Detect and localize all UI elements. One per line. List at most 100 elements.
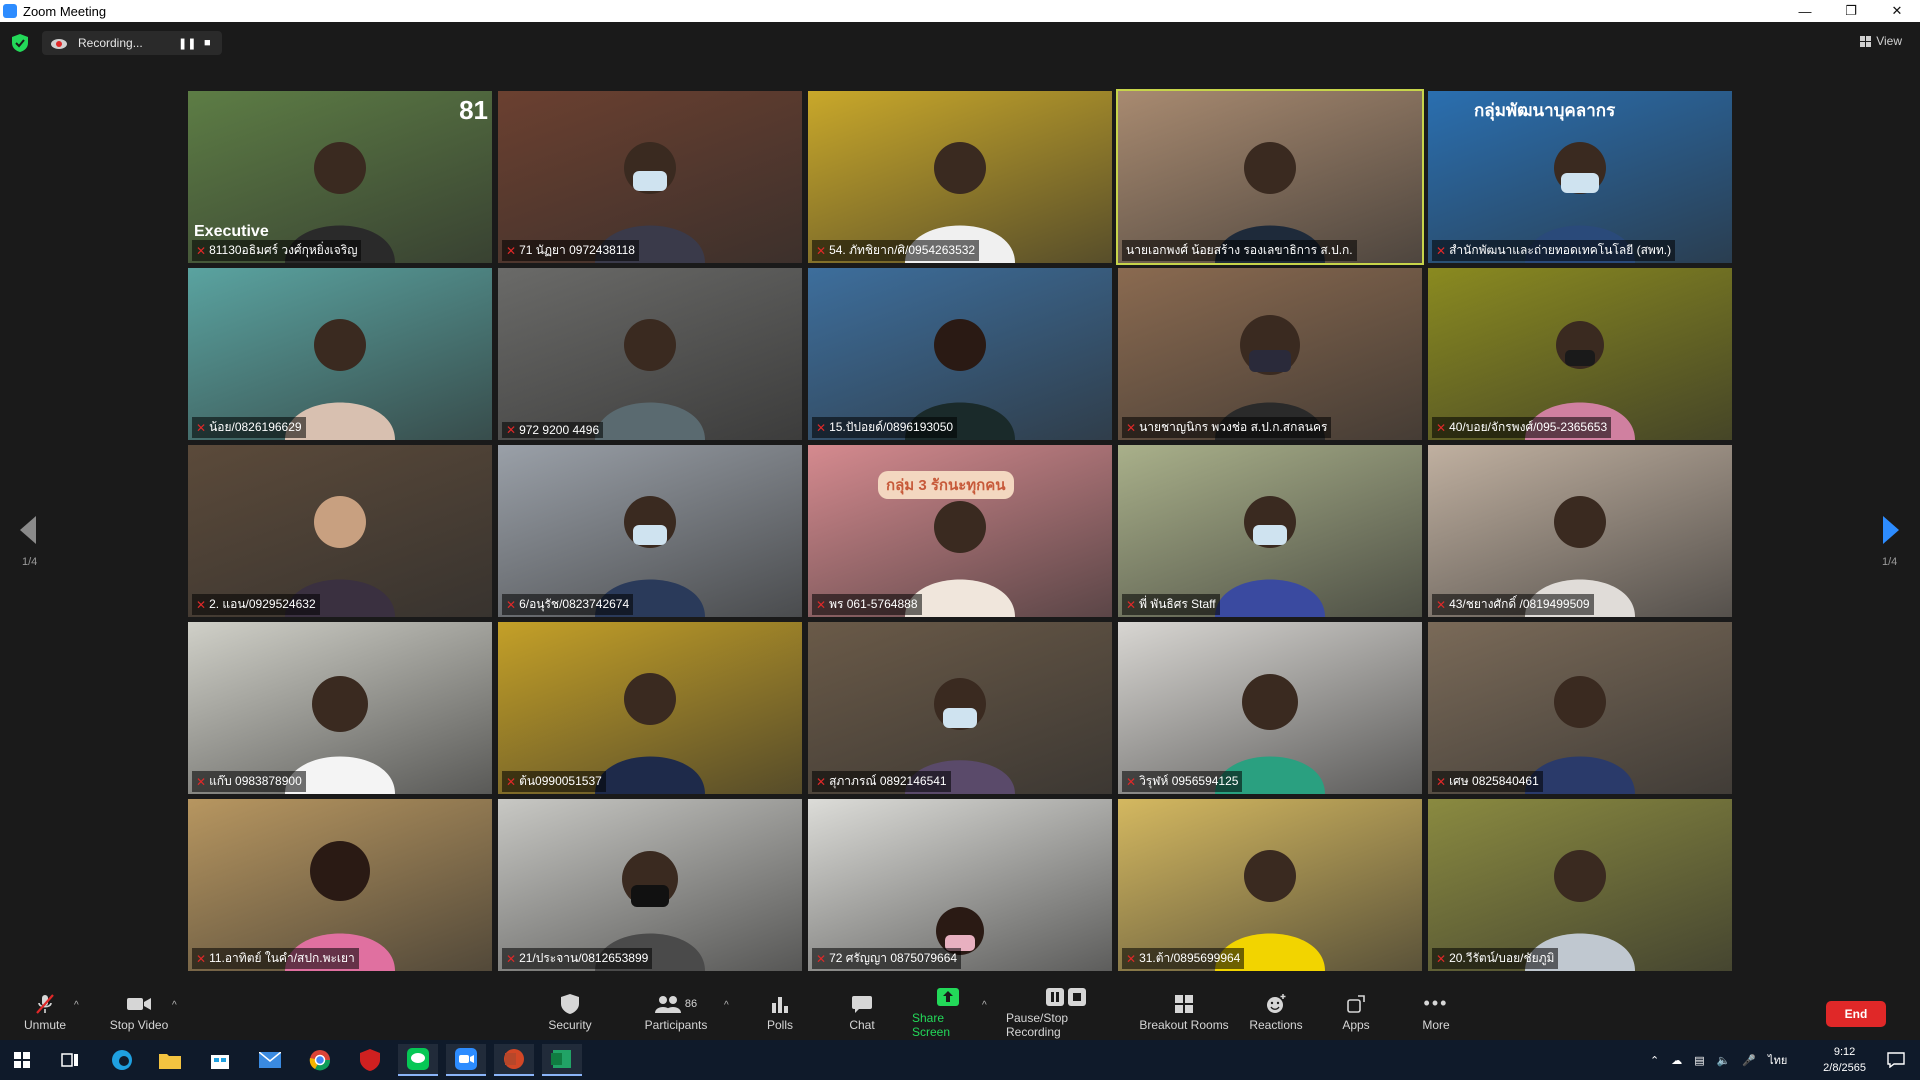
participant-name-label: ✕ 54. ภัทชิยาก/ศิ/0954263532 [812,240,980,261]
minimize-button[interactable]: — [1782,0,1828,22]
pause-recording-icon[interactable]: ❚❚ [178,37,196,50]
stop-video-label: Stop Video [109,1017,169,1032]
share-screen-button[interactable]: Share Screen [912,984,984,1040]
participant-silhouette [595,319,705,440]
participant-name: 11.อาทิตย์ ในคำ/สปก.พะเยา [209,951,355,965]
powerpoint-button[interactable] [494,1044,534,1076]
taskbar-clock[interactable]: 9:12 2/8/2565 [1823,1044,1866,1076]
chat-button[interactable]: Chat [844,984,880,1040]
participants-button[interactable]: 86 Participants [640,984,712,1040]
restore-button[interactable]: ❐ [1828,0,1874,22]
share-options-caret[interactable]: ^ [982,1000,987,1011]
security-button[interactable]: Security [548,984,592,1040]
stop-recording-icon[interactable]: ■ [204,37,211,49]
badge-logo: 81 [459,95,488,125]
video-tile[interactable]: ✕ ต้น0990051537 [498,622,802,794]
participant-name: สุภาภรณ์ 0892146541 [829,774,947,788]
participants-count: 86 [684,997,698,1010]
zoom-app-icon [3,4,17,18]
video-tile[interactable]: ✕ 20.วีรัตน์/บอย/ชัยภูมิ [1428,799,1732,971]
breakout-rooms-button[interactable]: Breakout Rooms [1138,984,1230,1040]
participant-name: 6/อนุรัช/0823742674 [519,597,630,611]
chat-bubble-icon [852,995,872,1013]
task-view-button[interactable] [50,1044,90,1076]
video-tile[interactable]: ✕ 43/ชยางศักดิ์ /0819499509 [1428,445,1732,617]
video-tile[interactable]: ✕ 54. ภัทชิยาก/ศิ/0954263532 [808,91,1112,263]
view-button[interactable]: View [1860,34,1902,48]
zoom-app-button[interactable] [446,1044,486,1076]
participant-name-label: ✕ เศษ 0825840461 [1432,771,1543,792]
active-speaker-tile[interactable]: นายเอกพงศ์ น้อยสร้าง รองเลขาธิการ ส.ป.ก. [1116,89,1424,265]
reactions-button[interactable]: Reactions [1246,984,1306,1040]
network-icon[interactable]: ▤ [1694,1054,1704,1067]
participant-name: นายเอกพงศ์ น้อยสร้าง รองเลขาธิการ ส.ป.ก. [1126,243,1353,257]
bar-chart-icon [772,996,788,1013]
close-button[interactable]: ✕ [1874,0,1920,22]
participant-name-label: ✕ น้อย/0826196629 [192,417,306,438]
video-tile[interactable]: ✕ 40/บอย/จักรพงศ์/095-2365653 [1428,268,1732,440]
excel-button[interactable] [542,1044,582,1076]
notifications-button[interactable] [1876,1044,1916,1076]
polls-button[interactable]: Polls [762,984,798,1040]
share-screen-label: Share Screen [912,1010,951,1039]
tray-overflow-icon[interactable]: ⌃ [1650,1054,1659,1067]
mic-muted-icon: ✕ [1436,420,1447,435]
participant-name-label: ✕ พร 061-5764888 [812,594,922,615]
mic-muted-icon: ✕ [506,597,517,612]
unmute-button[interactable]: Unmute [22,984,68,1040]
more-button[interactable]: ••• More [1418,984,1454,1040]
video-tile[interactable]: ✕ 31.ต้า/0895699964 [1118,799,1422,971]
video-options-caret[interactable]: ^ [172,1000,177,1011]
audio-options-caret[interactable]: ^ [74,1000,79,1011]
participants-icon [654,995,681,1013]
end-meeting-button[interactable]: End [1826,1001,1886,1027]
video-tile[interactable]: ✕ สุภาภรณ์ 0892146541 [808,622,1112,794]
video-tile[interactable]: 81 Executive ✕ 81130อธิมศร์ วงศ์กุหยิ่งเจ… [188,91,492,263]
chrome-button[interactable] [300,1044,340,1076]
powerpoint-icon [504,1049,524,1069]
line-app-button[interactable] [398,1044,438,1076]
video-tile[interactable]: กลุ่ม 3 รักนะทุกคน ✕ พร 061-5764888 [808,445,1112,617]
video-tile[interactable]: ✕ 6/อนุรัช/0823742674 [498,445,802,617]
breakout-rooms-label: Breakout Rooms [1139,1017,1229,1032]
mic-muted-icon: ✕ [506,423,517,437]
video-tile[interactable]: ✕ พี่ พันธิศร Staff [1118,445,1422,617]
video-tile[interactable]: ✕ 72 ศรัญญา 0875079664 [808,799,1112,971]
start-button[interactable] [2,1044,42,1076]
video-tile[interactable]: ✕ 11.อาทิตย์ ในคำ/สปก.พะเยา [188,799,492,971]
previous-page-arrow[interactable] [18,514,38,546]
video-tile[interactable]: ✕ 15.ปัปอยด์/0896193050 [808,268,1112,440]
video-tile[interactable]: ✕ 21/ประจาน/0812653899 [498,799,802,971]
shield-icon[interactable] [12,34,28,52]
video-tile[interactable]: ✕ 972 9200 4496 [498,268,802,440]
video-tile[interactable]: กลุ่มพัฒนาบุคลากร ✕ สำนักพัฒนาและถ่ายทอดเ… [1428,91,1732,263]
mic-muted-icon: ✕ [196,420,207,435]
task-view-icon [61,1053,78,1067]
microphone-icon[interactable]: 🎤 [1742,1054,1756,1067]
mail-button[interactable] [250,1044,290,1076]
input-language[interactable]: ไทย [1768,1051,1787,1069]
video-tile[interactable]: ✕ นายชาญนิกร พวงช่อ ส.ป.ก.สกลนคร [1118,268,1422,440]
stop-video-button[interactable]: Stop Video [106,984,172,1040]
meeting-info-bar: Recording... ❚❚ ■ View [0,22,1920,64]
video-tile[interactable]: ✕ เศษ 0825840461 [1428,622,1732,794]
apps-button[interactable]: Apps [1338,984,1374,1040]
video-tile[interactable]: ✕ 71 นัฏยา 0972438118 [498,91,802,263]
mic-muted-icon: ✕ [1436,951,1447,966]
mic-muted-icon: ✕ [1436,243,1447,258]
edge-browser-button[interactable] [102,1044,142,1076]
pause-stop-recording-button[interactable]: Pause/Stop Recording [1006,984,1126,1040]
participants-options-caret[interactable]: ^ [724,1000,729,1011]
volume-icon[interactable]: 🔈 [1717,1054,1731,1067]
store-button[interactable] [200,1044,240,1076]
security-app-button[interactable] [350,1044,390,1076]
overlay-tag: Executive [194,223,269,240]
video-tile[interactable]: ✕ 2. แอน/0929524632 [188,445,492,617]
video-tile[interactable]: ✕ วิรุฬห์ 0956594125 [1118,622,1422,794]
tray-app-icon[interactable]: ☁ [1671,1054,1682,1067]
participant-name: ต้น0990051537 [519,774,602,788]
file-explorer-button[interactable] [150,1044,190,1076]
video-tile[interactable]: ✕ แก๊บ 0983878900 [188,622,492,794]
next-page-arrow[interactable] [1881,514,1901,546]
video-tile[interactable]: ✕ น้อย/0826196629 [188,268,492,440]
